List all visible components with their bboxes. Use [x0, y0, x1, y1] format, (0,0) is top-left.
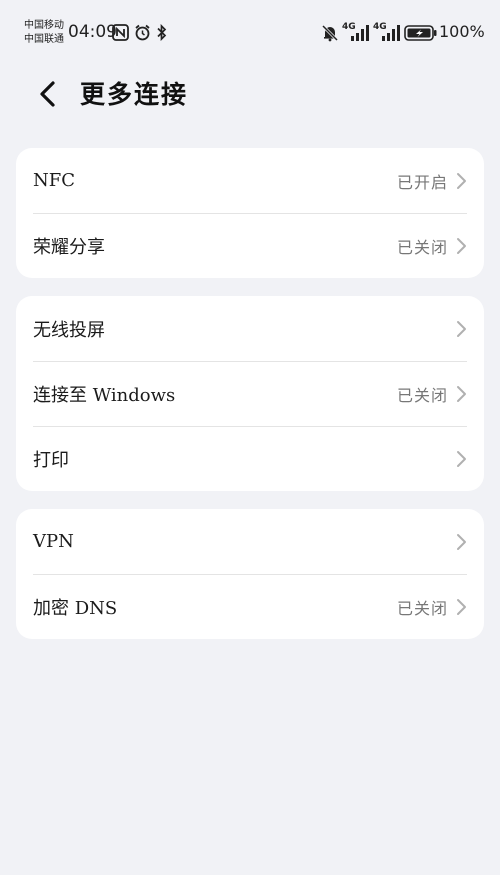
- chevron-right-icon: [457, 237, 466, 254]
- chevron-right-icon: [457, 385, 466, 402]
- row-label: NFC: [33, 170, 76, 191]
- vpn-setting-row[interactable]: VPN: [16, 509, 484, 574]
- page-title: 更多连接: [80, 80, 189, 109]
- row-label: VPN: [33, 531, 74, 552]
- status-time: 04:09: [68, 22, 117, 42]
- row-label: 打印: [33, 449, 69, 471]
- connect-to-windows-setting-row[interactable]: 连接至 Windows 已关闭: [16, 361, 484, 426]
- row-label: 连接至 Windows: [33, 384, 176, 406]
- row-status: 已关闭: [396, 385, 448, 405]
- bluetooth-icon: [157, 24, 167, 41]
- carrier-info: 中国移动 中国联通: [24, 19, 64, 47]
- carrier-line-2: 中国联通: [24, 34, 64, 45]
- row-label: 无线投屏: [33, 319, 105, 341]
- battery-charging-icon: [404, 25, 437, 41]
- signal-icon: 4G: [373, 22, 401, 42]
- battery-percentage: 100%: [439, 22, 485, 41]
- chevron-right-icon: [457, 172, 466, 189]
- settings-group-2: 无线投屏 连接至 Windows 已关闭 打印: [16, 296, 484, 491]
- print-setting-row[interactable]: 打印: [16, 426, 484, 491]
- row-status: 已关闭: [396, 598, 448, 618]
- chevron-right-icon: [457, 450, 466, 467]
- signal-icon: 4G: [342, 22, 370, 42]
- carrier-line-1: 中国移动: [24, 20, 64, 31]
- row-label: 荣耀分享: [33, 236, 105, 258]
- chevron-right-icon: [457, 598, 466, 615]
- settings-group-1: NFC 已开启 荣耀分享 已关闭: [16, 148, 484, 278]
- settings-group-3: VPN 加密 DNS 已关闭: [16, 509, 484, 639]
- alarm-icon: [135, 24, 150, 41]
- row-label: 加密 DNS: [33, 597, 118, 619]
- encrypted-dns-setting-row[interactable]: 加密 DNS 已关闭: [16, 574, 484, 639]
- chevron-right-icon: [457, 533, 466, 550]
- status-bar: 中国移动 中国联通 04:09 4G 4G 100%: [0, 0, 500, 66]
- back-button[interactable]: [33, 78, 65, 110]
- row-status: 已关闭: [396, 237, 448, 257]
- row-status: 已开启: [396, 172, 448, 192]
- nfc-setting-row[interactable]: NFC 已开启: [16, 148, 484, 213]
- back-arrow-icon: [40, 81, 55, 107]
- bell-off-icon: [321, 24, 339, 42]
- honor-share-setting-row[interactable]: 荣耀分享 已关闭: [16, 213, 484, 278]
- wireless-projection-setting-row[interactable]: 无线投屏: [16, 296, 484, 361]
- nfc-icon: [112, 24, 129, 41]
- chevron-right-icon: [457, 320, 466, 337]
